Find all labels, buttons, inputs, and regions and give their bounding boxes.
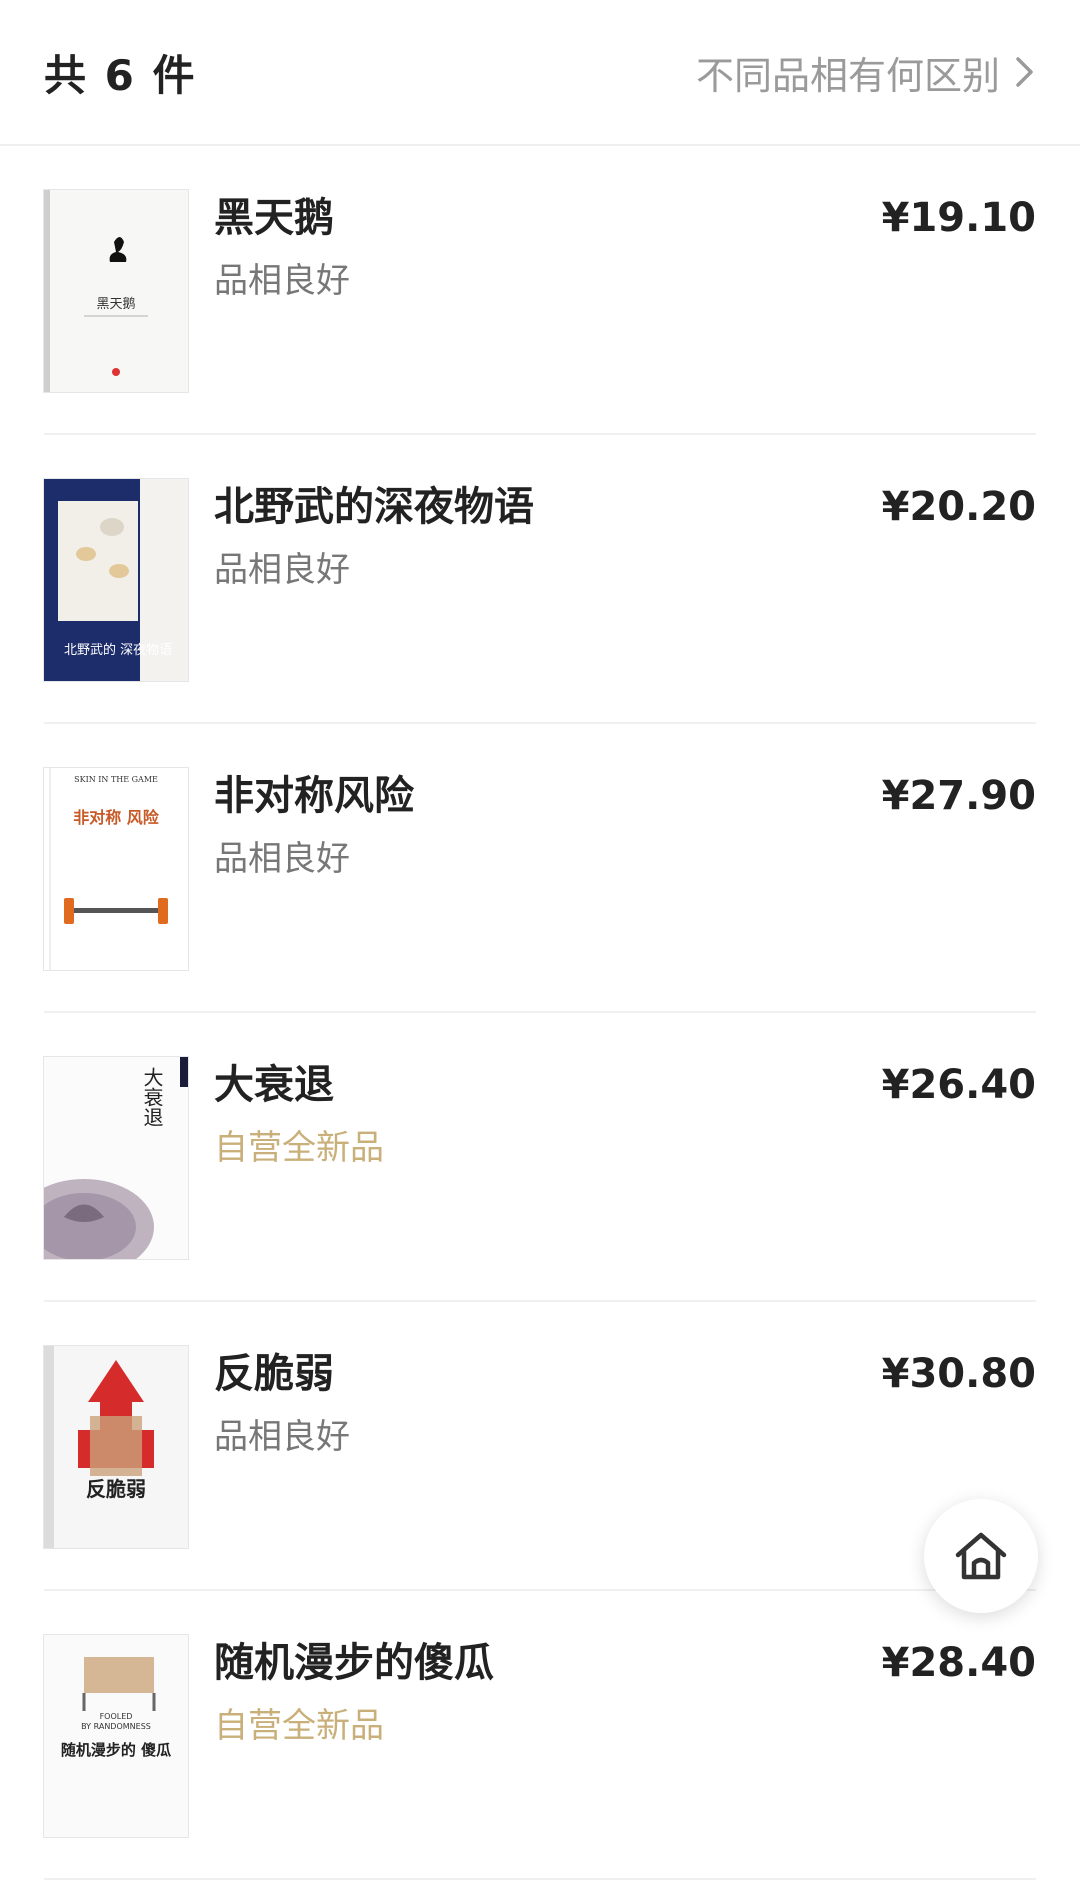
item-count-title: 共 6 件 <box>44 50 197 100</box>
book-price: ¥19.10 <box>881 195 1036 241</box>
book-cover[interactable]: FOOLED BY RANDOMNESS 随机漫步的 傻瓜 <box>44 1635 188 1837</box>
cover-title: 北野武的 深夜物语 <box>64 642 172 658</box>
book-condition: 自营全新品 <box>214 1706 384 1746</box>
book-price: ¥20.20 <box>881 484 1036 530</box>
list-header: 共 6 件 不同品相有何区别 <box>0 0 1080 146</box>
cover-title: 非对称 风险 <box>73 808 160 827</box>
cover-title: 随机漫步的 傻瓜 <box>61 1741 171 1759</box>
book-cover-image: FOOLED BY RANDOMNESS 随机漫步的 傻瓜 <box>44 1635 188 1837</box>
cover-title: 大衰退 <box>140 1067 164 1127</box>
list-item[interactable]: SKIN IN THE GAME 非对称 风险 非对称风险 品相良好 ¥27.9… <box>44 724 1036 1013</box>
book-condition: 自营全新品 <box>214 1128 384 1168</box>
book-cover[interactable]: 大衰退 <box>44 1057 188 1259</box>
list-item[interactable]: 黑天鹅 黑天鹅 品相良好 ¥19.10 <box>44 146 1036 435</box>
book-condition: 品相良好 <box>214 1417 350 1457</box>
condition-help-label: 不同品相有何区别 <box>695 53 1000 98</box>
condition-help-link[interactable]: 不同品相有何区别 <box>696 45 1036 100</box>
book-condition: 品相良好 <box>214 550 350 590</box>
book-cover-image: 黑天鹅 <box>44 190 188 392</box>
book-cover[interactable]: SKIN IN THE GAME 非对称 风险 <box>44 768 188 970</box>
chevron-right-icon <box>1016 57 1033 87</box>
book-price: ¥28.40 <box>881 1640 1036 1686</box>
cover-title: 黑天鹅 <box>96 296 135 312</box>
book-condition: 品相良好 <box>214 839 350 879</box>
home-icon <box>955 1532 1007 1580</box>
book-cover-image: 反脆弱 <box>44 1346 188 1548</box>
book-list: 黑天鹅 黑天鹅 品相良好 ¥19.10 北野武的 深夜物语 北野武的深夜物语 品… <box>0 146 1080 1880</box>
list-item[interactable]: FOOLED BY RANDOMNESS 随机漫步的 傻瓜 随机漫步的傻瓜 自营… <box>44 1591 1036 1880</box>
svg-text:FOOLED: FOOLED <box>100 1712 133 1721</box>
book-cover-image: 大衰退 <box>44 1057 188 1259</box>
list-item[interactable]: 反脆弱 反脆弱 品相良好 ¥30.80 <box>44 1302 1036 1591</box>
book-price: ¥30.80 <box>881 1351 1036 1397</box>
svg-text:BY RANDOMNESS: BY RANDOMNESS <box>81 1722 151 1731</box>
book-cover[interactable]: 反脆弱 <box>44 1346 188 1548</box>
book-cover-image: 北野武的 深夜物语 <box>44 479 188 681</box>
book-cover[interactable]: 黑天鹅 <box>44 190 188 392</box>
book-condition: 品相良好 <box>214 261 350 301</box>
list-item[interactable]: 北野武的 深夜物语 北野武的深夜物语 品相良好 ¥20.20 <box>44 435 1036 724</box>
cover-title: 反脆弱 <box>86 1477 146 1501</box>
home-button[interactable] <box>924 1499 1038 1613</box>
order-items-page: 共 6 件 不同品相有何区别 黑天鹅 黑天鹅 品相良好 ¥19.10 北野武的 … <box>0 0 1080 1898</box>
book-cover-image: SKIN IN THE GAME 非对称 风险 <box>44 768 188 970</box>
book-price: ¥27.90 <box>881 773 1036 819</box>
list-item[interactable]: 大衰退 大衰退 自营全新品 ¥26.40 <box>44 1013 1036 1302</box>
svg-text:SKIN IN THE GAME: SKIN IN THE GAME <box>74 775 158 784</box>
book-cover[interactable]: 北野武的 深夜物语 <box>44 479 188 681</box>
book-price: ¥26.40 <box>881 1062 1036 1108</box>
